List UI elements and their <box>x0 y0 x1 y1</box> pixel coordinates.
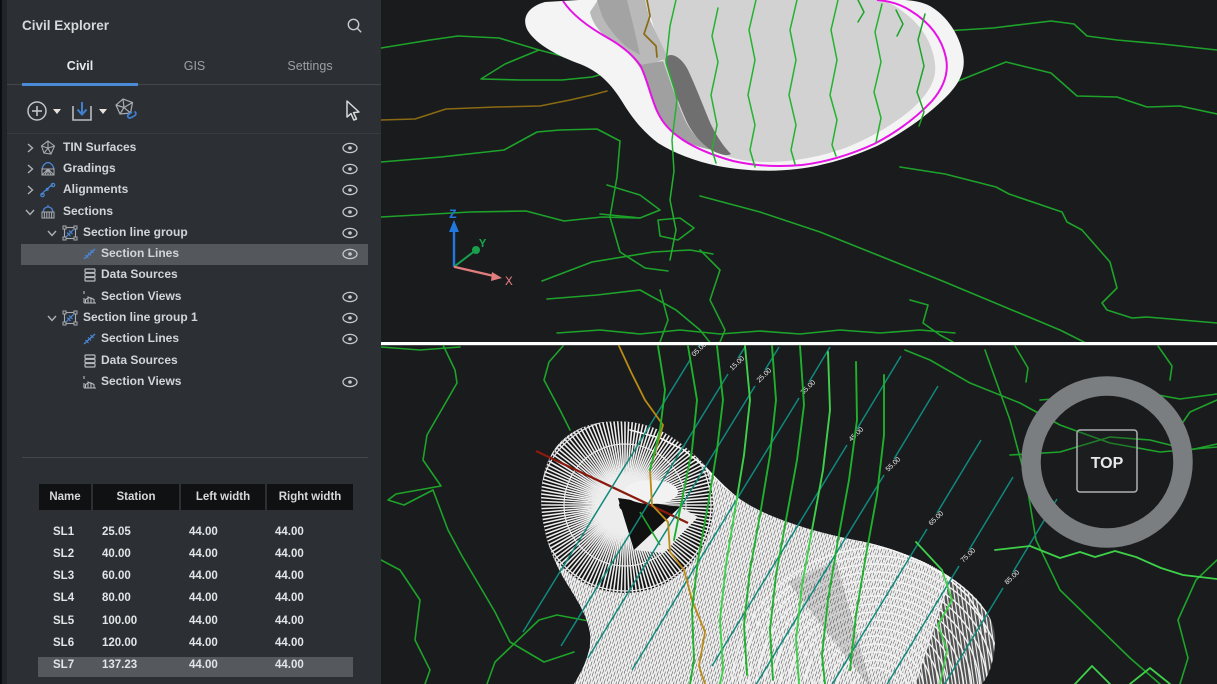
svg-text:X: X <box>505 274 513 289</box>
svg-text:Y: Y <box>479 237 487 251</box>
svg-text:Z: Z <box>449 207 457 222</box>
svg-text:TOP: TOP <box>1091 455 1124 472</box>
